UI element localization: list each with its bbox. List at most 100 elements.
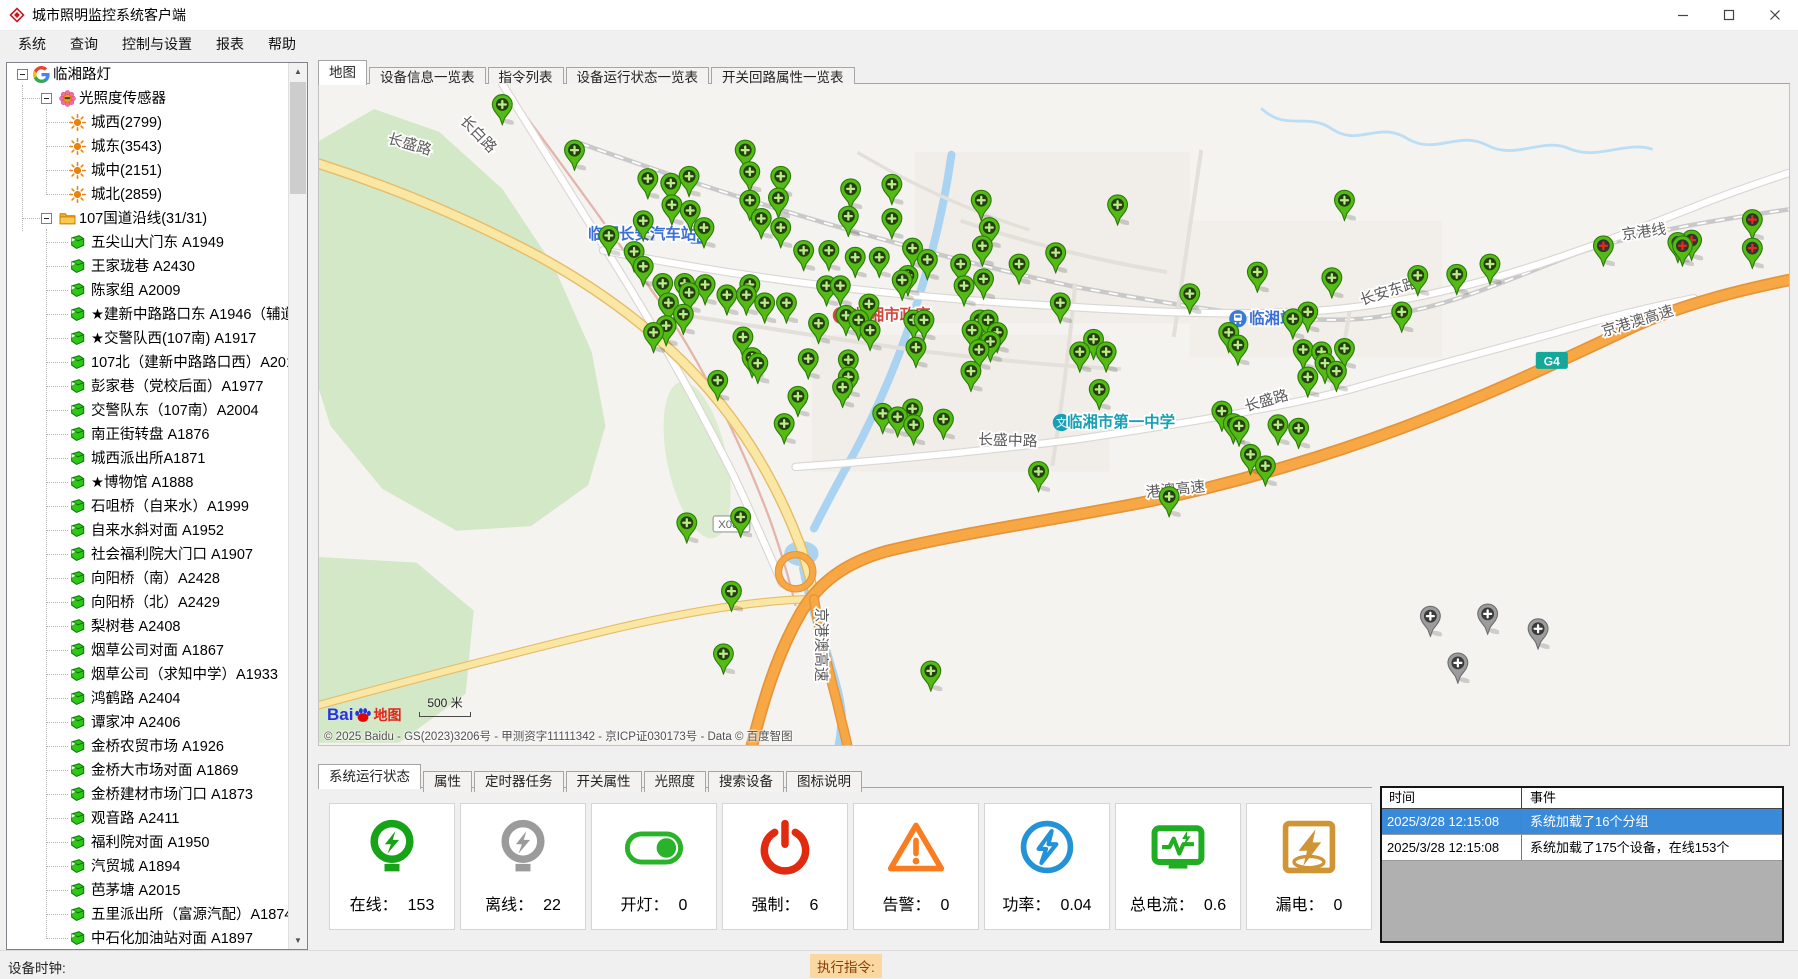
- warning-icon: [886, 817, 946, 877]
- tree-row[interactable]: 金桥建材市场门口 A1873: [7, 783, 289, 807]
- tree-row[interactable]: 城北(2859): [7, 183, 289, 207]
- tree-item-label: 福利院对面 A1950: [91, 834, 209, 852]
- tree-row[interactable]: 梨树巷 A2408: [7, 615, 289, 639]
- tree-row[interactable]: 社会福利院大门口 A1907: [7, 543, 289, 567]
- tab-搜索设备[interactable]: 搜索设备: [708, 771, 784, 792]
- tree-row[interactable]: 中石化加油站对面 A1897: [7, 927, 289, 949]
- minimize-button[interactable]: [1660, 0, 1706, 30]
- tree-item-label: 城北(2859): [91, 186, 162, 204]
- menu-item[interactable]: 系统: [6, 31, 58, 57]
- tree-row[interactable]: ★建新中路路口东 A1946（辅道灯）: [7, 303, 289, 327]
- tree-row[interactable]: 城西(2799): [7, 111, 289, 135]
- tree-row[interactable]: 福利院对面 A1950: [7, 831, 289, 855]
- tree-row[interactable]: 五里派出所（富源汽配）A1874: [7, 903, 289, 927]
- leakage-icon: [1279, 817, 1339, 877]
- tree-row[interactable]: 金桥农贸市场 A1926: [7, 735, 289, 759]
- tree-row[interactable]: 观音路 A2411: [7, 807, 289, 831]
- tree-row[interactable]: 金桥大市场对面 A1869: [7, 759, 289, 783]
- tree-expand-toggle[interactable]: [41, 213, 52, 224]
- tab-属性[interactable]: 属性: [423, 771, 472, 792]
- baidu-map[interactable]: 长盛路长白路长安东路长盛中路长盛路港澳高速京港澳高速京港澳高速京港线G4X089…: [319, 84, 1789, 745]
- event-log-rows: 2025/3/28 12:15:08系统加载了16个分组2025/3/28 12…: [1382, 809, 1782, 861]
- tree-row[interactable]: 烟草公司（求知中学）A1933: [7, 663, 289, 687]
- flag-icon: [69, 522, 86, 539]
- tree-row[interactable]: 王家珑巷 A2430: [7, 255, 289, 279]
- tree-item-label: ★交警队西(107南) A1917: [91, 330, 256, 348]
- tree-guide: [47, 914, 68, 915]
- tree-item-label: 城西派出所A1871: [91, 450, 205, 468]
- tree-row[interactable]: 城西派出所A1871: [7, 447, 289, 471]
- close-button[interactable]: [1752, 0, 1798, 30]
- event-log: 时间 事件 2025/3/28 12:15:08系统加载了16个分组2025/3…: [1380, 786, 1784, 943]
- menu-item[interactable]: 查询: [58, 31, 110, 57]
- tree-guide: [47, 266, 68, 267]
- device-tree-panel: 临湘路灯光照度传感器城西(2799)城东(3543)城中(2151) 城北(285…: [6, 62, 308, 950]
- flag-icon: [69, 354, 86, 371]
- sun-icon: [69, 114, 86, 131]
- map-canvas[interactable]: 长盛路长白路长安东路长盛中路长盛路港澳高速京港澳高速京港澳高速京港线G4X089…: [318, 84, 1790, 746]
- meter-icon: [1148, 817, 1208, 877]
- status-card-label: 开灯：0: [592, 891, 716, 915]
- tree-row[interactable]: 彭家巷（党校后面）A1977: [7, 375, 289, 399]
- tree-expand-toggle[interactable]: [17, 69, 28, 80]
- tree-row[interactable]: ★博物馆 A1888: [7, 471, 289, 495]
- flag-icon: [69, 594, 86, 611]
- tree-row[interactable]: 光照度传感器: [7, 87, 289, 111]
- flag-icon: [69, 330, 86, 347]
- tree-view: 临湘路灯光照度传感器城西(2799)城东(3543)城中(2151) 城北(285…: [7, 63, 289, 949]
- tree-row[interactable]: 107北（建新中路路口西）A2014: [7, 351, 289, 375]
- tab-光照度[interactable]: 光照度: [644, 771, 707, 792]
- sun-icon: [69, 162, 86, 179]
- tree-expand-toggle[interactable]: [41, 93, 52, 104]
- tree-row[interactable]: 临湘路灯: [7, 63, 289, 87]
- flag-icon: [69, 474, 86, 491]
- bottom-tab-strip: 系统运行状态属性定时器任务开关属性光照度搜索设备图标说明: [318, 764, 1372, 788]
- event-log-row[interactable]: 2025/3/28 12:15:08系统加载了175个设备，在线153个: [1382, 835, 1782, 861]
- tab-图标说明[interactable]: 图标说明: [786, 771, 862, 792]
- tree-scrollbar[interactable]: ▲ ▼: [288, 63, 307, 949]
- tree-row[interactable]: 烟草公司对面 A1867: [7, 639, 289, 663]
- tree-row[interactable]: 五尖山大门东 A1949: [7, 231, 289, 255]
- tree-row[interactable]: 向阳桥（北）A2429: [7, 591, 289, 615]
- menu-item[interactable]: 控制与设置: [110, 31, 204, 57]
- tree-row[interactable]: 芭茅塘 A2015: [7, 879, 289, 903]
- menu-item[interactable]: 报表: [204, 31, 256, 57]
- event-log-col-event[interactable]: 事件: [1522, 788, 1782, 808]
- tree-guide: [47, 722, 68, 723]
- place-label: 临湘市第一中学: [1067, 412, 1175, 431]
- tree-row[interactable]: 城东(3543): [7, 135, 289, 159]
- card-metric-name: 告警：: [883, 897, 931, 914]
- tree-guide: [47, 146, 68, 147]
- tree-row[interactable]: 谭家冲 A2406: [7, 711, 289, 735]
- tree-item-label: 社会福利院大门口 A1907: [91, 546, 253, 564]
- tree-row[interactable]: 鸿鹤路 A2404: [7, 687, 289, 711]
- flag-icon: [69, 666, 86, 683]
- window-controls: [1660, 0, 1798, 30]
- tab-地图[interactable]: 地图: [318, 60, 367, 85]
- road-label: 京港澳高速: [812, 608, 829, 682]
- power-circle-icon: [1017, 817, 1077, 877]
- event-log-col-time[interactable]: 时间: [1382, 788, 1522, 808]
- tab-开关属性[interactable]: 开关属性: [566, 771, 642, 792]
- maximize-button[interactable]: [1706, 0, 1752, 30]
- tree-row[interactable]: 自来水斜对面 A1952: [7, 519, 289, 543]
- menu-item[interactable]: 帮助: [256, 31, 308, 57]
- event-log-row[interactable]: 2025/3/28 12:15:08系统加载了16个分组: [1382, 809, 1782, 835]
- tree-row[interactable]: 向阳桥（南）A2428: [7, 567, 289, 591]
- tree-guide: [47, 770, 68, 771]
- tree-row[interactable]: 石咀桥（自来水）A1999: [7, 495, 289, 519]
- tree-row[interactable]: 汽贸城 A1894: [7, 855, 289, 879]
- tree-row[interactable]: 交警队东（107南）A2004: [7, 399, 289, 423]
- scroll-up-icon[interactable]: ▲: [289, 63, 307, 80]
- tree-row[interactable]: 陈家组 A2009: [7, 279, 289, 303]
- scroll-down-icon[interactable]: ▼: [289, 932, 307, 949]
- flag-icon: [69, 906, 86, 923]
- tree-row[interactable]: 107国道沿线(31/31): [7, 207, 289, 231]
- tree-row[interactable]: ★交警队西(107南) A1917: [7, 327, 289, 351]
- scrollbar-thumb[interactable]: [290, 82, 306, 194]
- tree-row[interactable]: 城中(2151): [7, 159, 289, 183]
- tab-系统运行状态[interactable]: 系统运行状态: [318, 764, 421, 789]
- tree-guide: [47, 194, 68, 195]
- tree-row[interactable]: 南正街转盘 A1876: [7, 423, 289, 447]
- tab-定时器任务[interactable]: 定时器任务: [474, 771, 564, 792]
